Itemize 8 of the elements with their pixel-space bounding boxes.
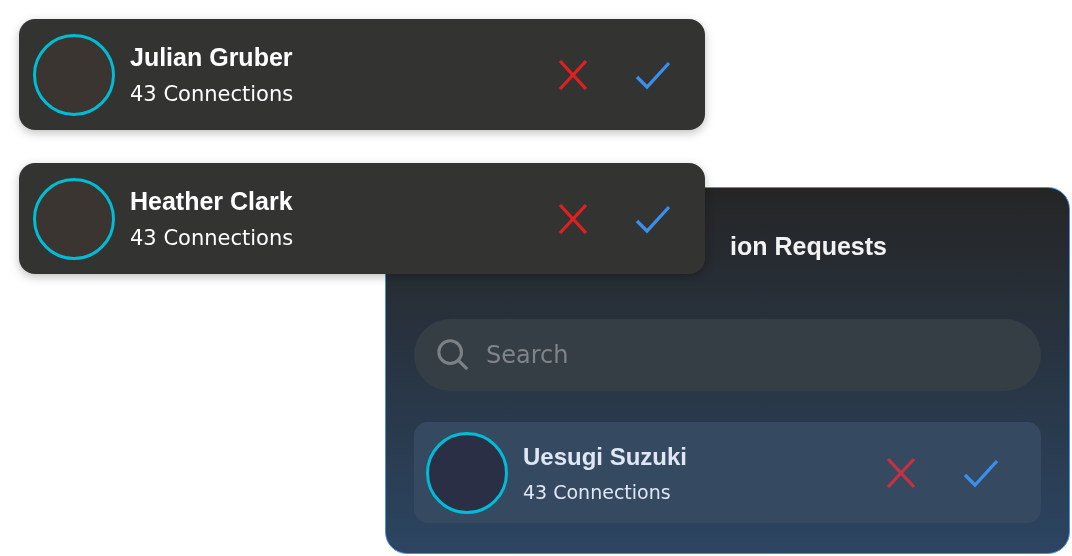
connections-count: 43 Connections	[130, 82, 295, 106]
person-name: Julian Gruber	[130, 43, 294, 72]
person-name: Uesugi Suzuki	[523, 442, 689, 471]
panel-title: ion Requests	[730, 232, 888, 262]
connections-count: 43 Connections	[523, 480, 672, 503]
search-field[interactable]: Search	[414, 319, 1041, 391]
connections-count: 43 Connections	[130, 226, 295, 250]
person-name: Heather Clark	[130, 187, 294, 216]
